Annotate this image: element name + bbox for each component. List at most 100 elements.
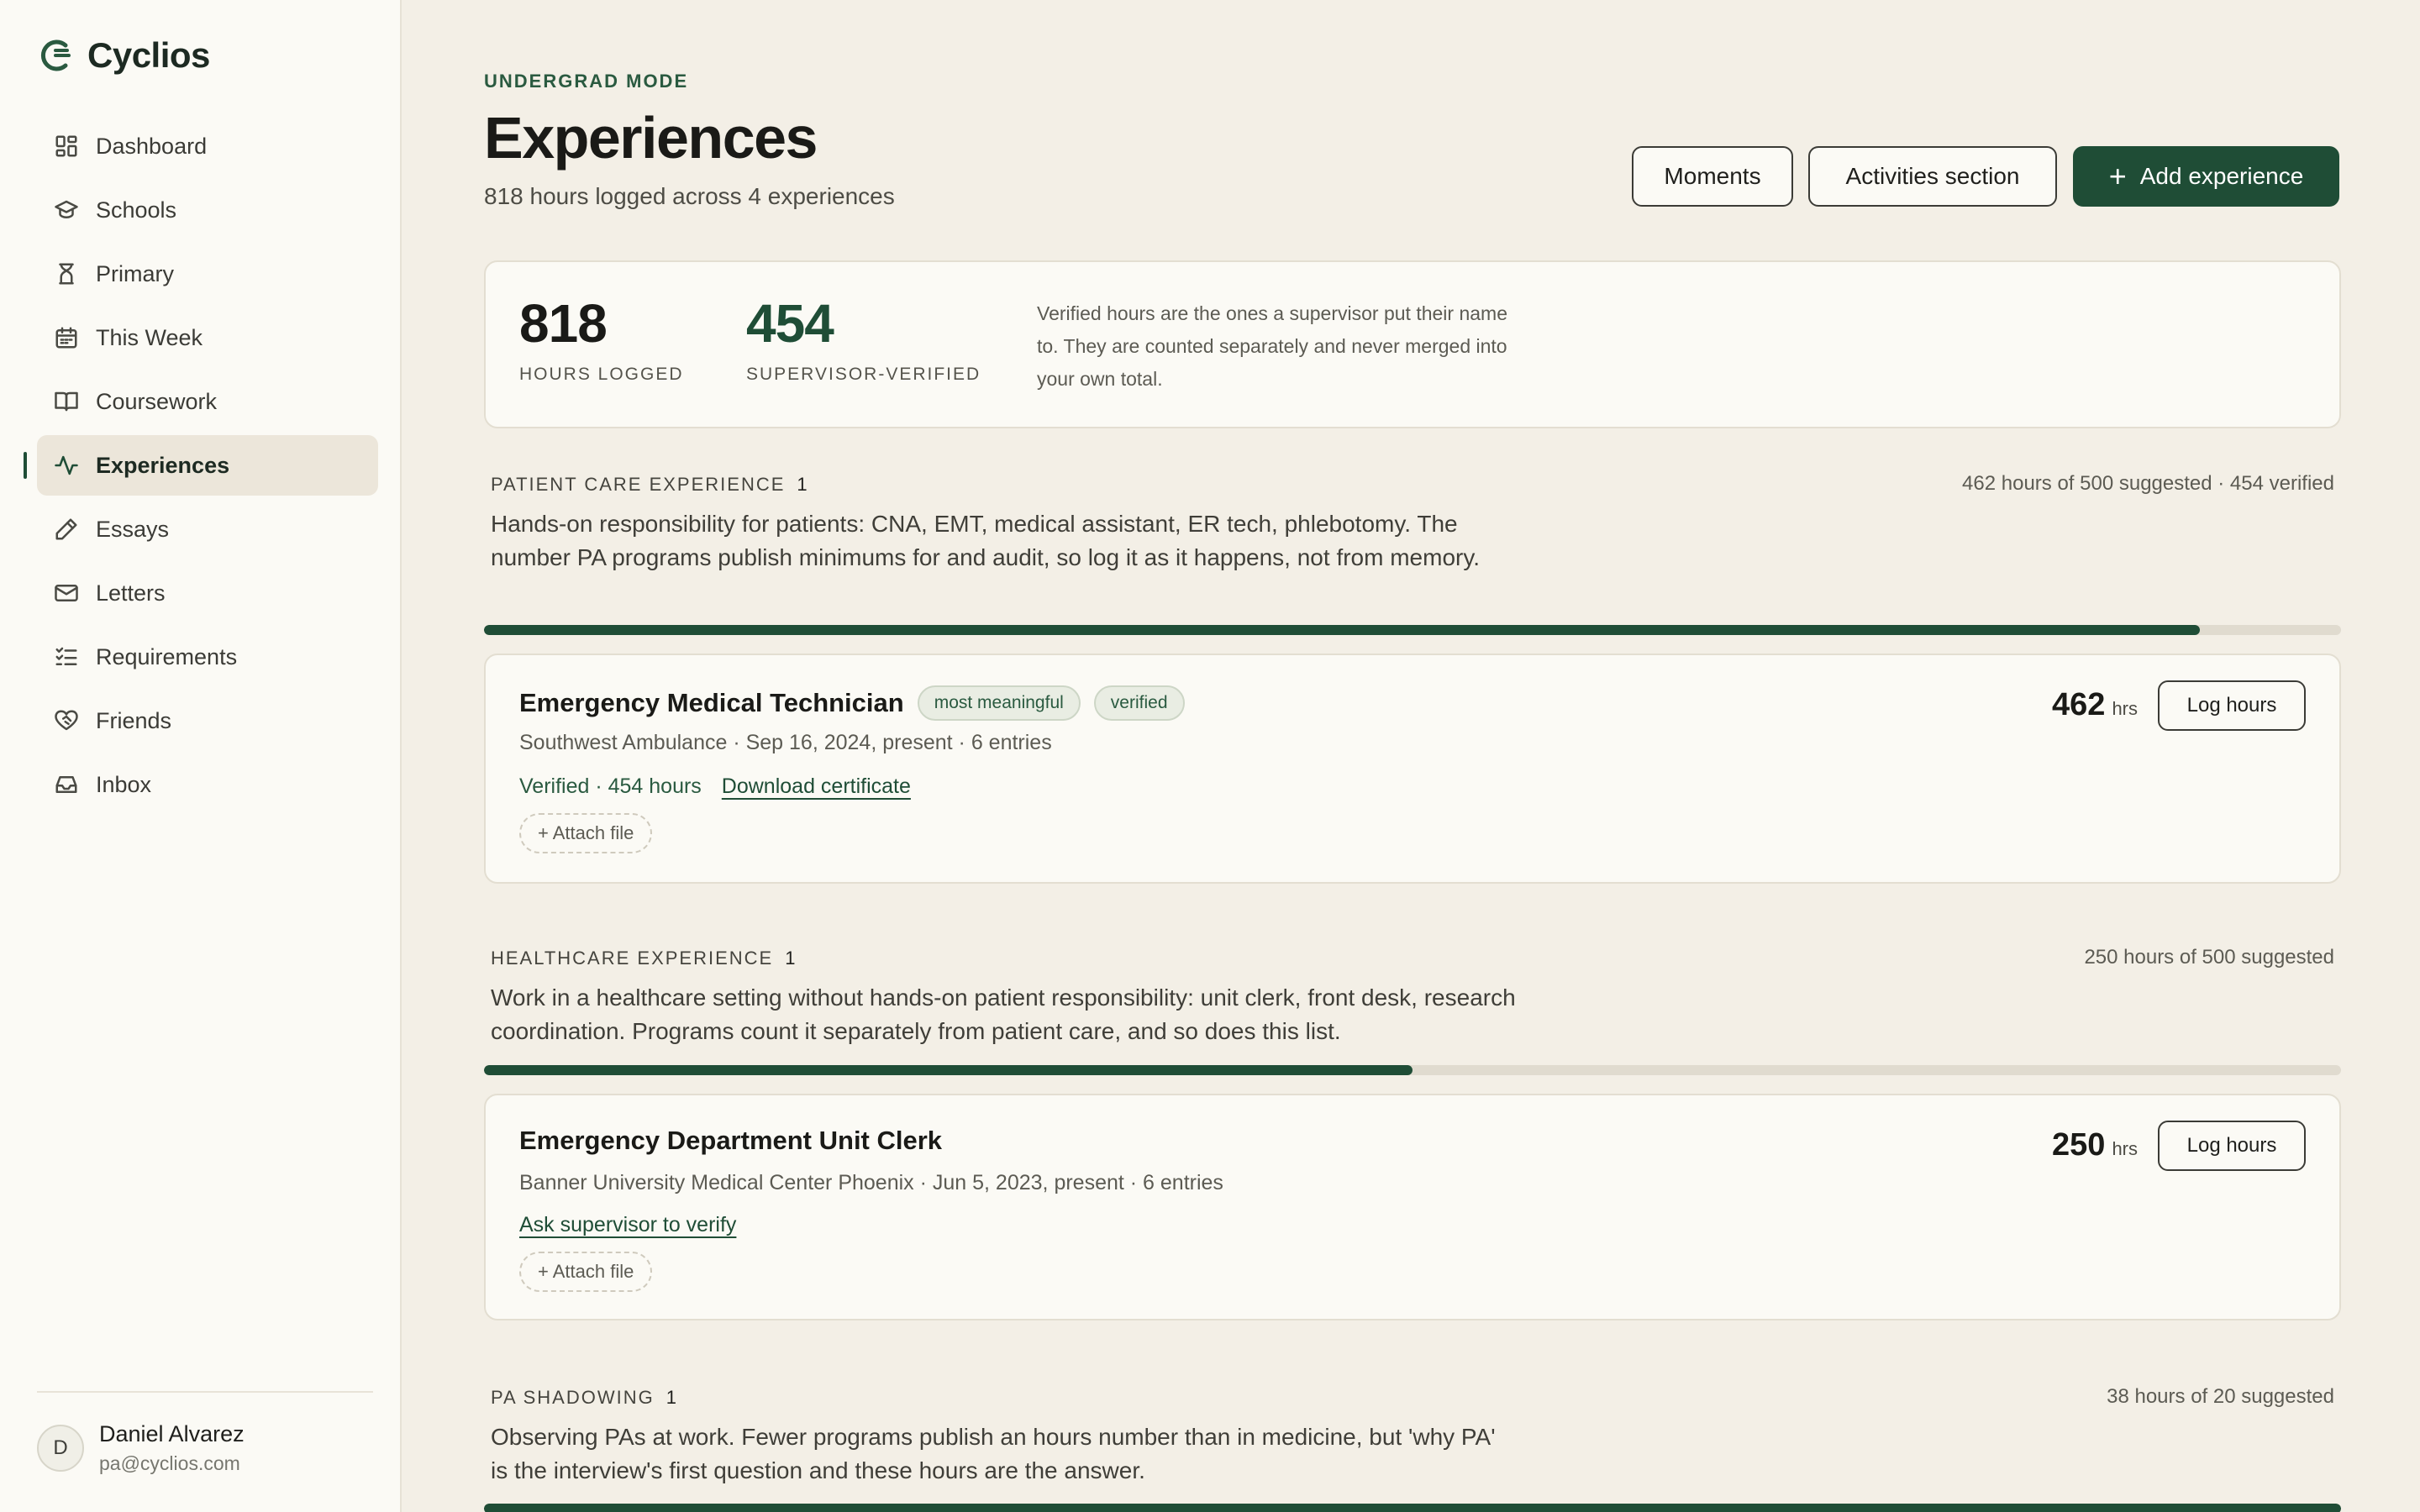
app-name: Cyclios — [87, 35, 210, 75]
ask-supervisor-link[interactable]: Ask supervisor to verify — [519, 1213, 736, 1237]
checklist-icon — [55, 647, 77, 665]
verification-row: Verified · 454 hours Download certificat… — [519, 774, 911, 799]
sidebar-item-coursework[interactable]: Coursework — [37, 371, 378, 432]
section-meta-patient-care: 462 hours of 500 suggested · 454 verifie… — [1962, 472, 2334, 495]
section-description-pa-shadowing: Observing PAs at work. Fewer programs pu… — [491, 1424, 1496, 1483]
experience-subtitle: Southwest Ambulance · Sep 16, 2024, pres… — [519, 731, 1052, 754]
progress-fill — [484, 1065, 1413, 1075]
user-profile[interactable]: D Daniel Alvarez pa@cyclios.com — [37, 1421, 245, 1475]
experience-card-unit-clerk[interactable]: Emergency Department Unit Clerk Banner U… — [484, 1094, 2341, 1320]
experience-hours: 462 hrs — [2052, 687, 2138, 723]
sidebar-item-friends[interactable]: Friends — [37, 690, 378, 751]
sidebar-item-primary[interactable]: Primary — [37, 244, 378, 304]
card-title-row: Emergency Medical Technician most meanin… — [519, 685, 1185, 721]
experience-subtitle: Banner University Medical Center Phoenix… — [519, 1171, 1223, 1194]
sidebar-item-label: This Week — [96, 324, 203, 350]
experience-card-emt[interactable]: Emergency Medical Technician most meanin… — [484, 654, 2341, 884]
section-heading-pa-shadowing: PA SHADOWING 1 — [491, 1387, 676, 1409]
sidebar-item-this-week[interactable]: This Week — [37, 307, 378, 368]
avatar: D — [37, 1425, 84, 1472]
heart-handshake-icon — [55, 710, 78, 731]
sidebar-item-label: Requirements — [96, 643, 238, 669]
plus-icon: + — [2108, 159, 2127, 193]
sidebar-divider — [37, 1391, 373, 1393]
book-icon — [55, 391, 78, 412]
section-count: 1 — [785, 948, 796, 969]
sidebar-item-label: Dashboard — [96, 133, 208, 159]
supervisor-verified-value: 454 — [746, 293, 834, 354]
section-heading-label: PATIENT CARE EXPERIENCE — [491, 474, 786, 495]
moments-button[interactable]: Moments — [1632, 146, 1793, 207]
hourglass-icon — [59, 263, 74, 285]
main-content: UNDERGRAD MODE Experiences 818 hours log… — [484, 0, 2341, 1512]
grid-icon — [55, 135, 77, 157]
experience-title: Emergency Department Unit Clerk — [519, 1126, 943, 1155]
user-email: pa@cyclios.com — [99, 1452, 240, 1474]
sidebar-nav: Dashboard Schools Primary This Week Cour… — [24, 116, 378, 818]
brand[interactable]: Cyclios — [37, 35, 210, 76]
sidebar-item-essays[interactable]: Essays — [37, 499, 378, 559]
sidebar-item-label: Experiences — [96, 452, 230, 478]
section-description-patient-care: Hands-on responsibility for patients: CN… — [491, 511, 1481, 570]
sidebar-item-label: Friends — [96, 707, 172, 733]
verified-hours-text: Verified · 454 hours — [519, 774, 702, 798]
user-name: Daniel Alvarez — [99, 1421, 245, 1446]
sidebar-item-experiences[interactable]: Experiences — [24, 435, 378, 496]
sidebar-item-inbox[interactable]: Inbox — [37, 754, 378, 815]
verified-note: Verified hours are the ones a supervisor… — [1037, 302, 1507, 390]
card-title-row: Emergency Department Unit Clerk — [519, 1126, 942, 1156]
sidebar-item-letters[interactable]: Letters — [37, 563, 378, 623]
sidebar-item-label: Inbox — [96, 771, 152, 797]
hours-logged-label: HOURS LOGGED — [519, 365, 684, 384]
verification-row: Ask supervisor to verify — [519, 1213, 736, 1237]
log-hours-button[interactable]: Log hours — [2158, 680, 2306, 731]
pen-icon — [55, 518, 77, 540]
log-hours-button[interactable]: Log hours — [2158, 1121, 2306, 1171]
section-count: 1 — [797, 474, 808, 495]
download-certificate-link[interactable]: Download certificate — [722, 774, 911, 799]
hours-unit: hrs — [2112, 1138, 2138, 1159]
add-experience-button[interactable]: + Add experience — [2073, 146, 2339, 207]
mail-icon — [55, 585, 78, 601]
attach-file-button[interactable]: + Attach file — [519, 813, 653, 853]
section-meta-pa-shadowing: 38 hours of 20 suggested — [2107, 1385, 2334, 1408]
activity-icon — [55, 455, 78, 475]
attach-file-button[interactable]: + Attach file — [519, 1252, 653, 1292]
add-experience-label: Add experience — [2139, 163, 2304, 189]
sidebar-item-label: Schools — [96, 197, 177, 223]
page-subtitle: 818 hours logged across 4 experiences — [484, 183, 895, 209]
hours-value: 462 — [2052, 687, 2106, 722]
calendar-icon — [55, 327, 77, 349]
mode-label: UNDERGRAD MODE — [484, 71, 689, 92]
sidebar-item-schools[interactable]: Schools — [37, 180, 378, 240]
sidebar-item-label: Primary — [96, 260, 174, 286]
experience-title: Emergency Medical Technician — [519, 688, 904, 717]
hours-unit: hrs — [2112, 698, 2138, 719]
progress-fill — [484, 625, 2201, 635]
section-count: 1 — [666, 1387, 676, 1408]
section-heading-patient-care: PATIENT CARE EXPERIENCE 1 — [491, 474, 808, 496]
supervisor-verified-label: SUPERVISOR-VERIFIED — [746, 365, 981, 384]
experience-hours: 250 hrs — [2052, 1127, 2138, 1163]
hours-logged-value: 818 — [519, 293, 608, 354]
page-title: Experiences — [484, 105, 818, 171]
section-heading-healthcare: HEALTHCARE EXPERIENCE 1 — [491, 948, 795, 969]
tag-verified: verified — [1093, 685, 1185, 721]
hours-value: 250 — [2052, 1127, 2106, 1163]
sidebar: Cyclios Dashboard Schools Primary This W… — [0, 0, 402, 1512]
progress-bar-healthcare — [484, 1065, 2341, 1075]
inbox-icon — [55, 776, 77, 793]
sidebar-item-dashboard[interactable]: Dashboard — [37, 116, 378, 176]
tag-most-meaningful: most meaningful — [917, 685, 1081, 721]
sidebar-item-label: Essays — [96, 516, 170, 542]
section-heading-label: PA SHADOWING — [491, 1387, 655, 1408]
progress-fill — [484, 1504, 2341, 1512]
stats-card: 818 HOURS LOGGED 454 SUPERVISOR-VERIFIED… — [484, 260, 2341, 428]
graduation-cap-icon — [55, 200, 78, 218]
progress-bar-patient-care — [484, 625, 2341, 635]
activities-section-button[interactable]: Activities section — [1808, 146, 2057, 207]
sidebar-item-requirements[interactable]: Requirements — [37, 627, 378, 687]
sidebar-item-label: Coursework — [96, 388, 218, 414]
section-heading-label: HEALTHCARE EXPERIENCE — [491, 948, 774, 969]
progress-bar-pa-shadowing — [484, 1504, 2341, 1512]
